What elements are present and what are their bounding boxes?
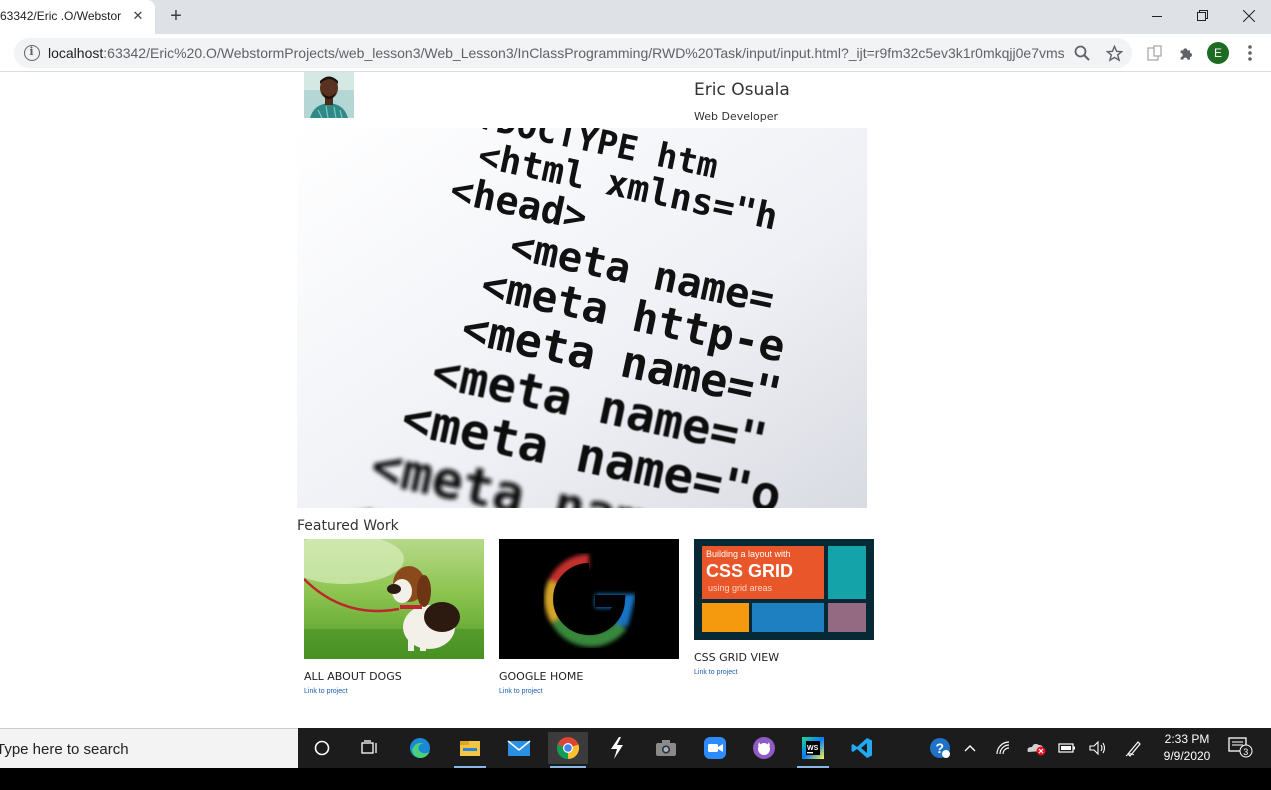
address-bar[interactable]: localhost:63342/Eric%20.O/WebstormProjec… (14, 38, 1132, 68)
minimize-icon (1151, 15, 1162, 17)
taskbar-search-placeholder: Type here to search (0, 741, 129, 758)
svg-text:WS: WS (807, 745, 819, 752)
help-question-icon[interactable]: ? (928, 738, 952, 758)
thumb-line-1: Building a layout with (706, 549, 791, 559)
project-card-google: GOOGLE HOME Link to project (499, 539, 679, 695)
chrome-browser-icon[interactable] (548, 732, 588, 768)
file-explorer-icon[interactable] (450, 732, 490, 768)
url-host: localhost (48, 45, 104, 61)
dog-thumbnail[interactable] (304, 539, 484, 659)
restore-button[interactable] (1180, 0, 1226, 32)
vscode-icon[interactable] (842, 732, 882, 764)
clock-date[interactable]: 9/9/2020 (1160, 749, 1214, 763)
cortana-circle-icon[interactable] (302, 732, 342, 764)
zoom-icon[interactable] (1071, 42, 1093, 64)
project-card-dogs: ALL ABOUT DOGS Link to project (304, 539, 484, 695)
minimize-button[interactable] (1134, 0, 1180, 32)
bottom-black-strip (0, 768, 1271, 790)
network-icon[interactable] (995, 738, 1013, 758)
webstorm-icon[interactable]: WS (793, 732, 833, 768)
thumb-line-2: CSS GRID (706, 561, 794, 581)
app-lightning-icon[interactable] (597, 732, 637, 764)
browser-toolbar: localhost:63342/Eric%20.O/WebstormProjec… (0, 34, 1271, 72)
browser-tab-strip: 63342/Eric .O/Webstorm ✕ + (0, 0, 1271, 34)
zoom-video-icon[interactable] (695, 732, 735, 764)
featured-work-heading: Featured Work (297, 518, 399, 534)
card-title: ALL ABOUT DOGS (304, 670, 402, 683)
site-info-icon[interactable] (24, 45, 40, 61)
project-link[interactable]: Link to project (499, 688, 679, 695)
svg-text:3: 3 (1243, 747, 1248, 757)
windows-taskbar: Type here to search WS ? 2:33 PM 9/9/202… (0, 728, 1271, 768)
notifications-icon[interactable]: 3 (1228, 737, 1254, 758)
url-text[interactable]: localhost:63342/Eric%20.O/WebstormProjec… (48, 45, 1065, 61)
volume-icon[interactable] (1088, 738, 1108, 758)
google-thumbnail[interactable] (499, 539, 679, 659)
profile-photo (304, 72, 354, 118)
thumb-line-3: using grid areas (708, 583, 773, 593)
edge-browser-icon[interactable] (400, 732, 440, 764)
grid-block-blue (752, 603, 824, 632)
grid-side-block (828, 546, 866, 599)
tab-title: 63342/Eric .O/Webstorm (0, 9, 122, 23)
restore-icon (1197, 10, 1208, 21)
mail-icon[interactable] (499, 732, 539, 764)
close-icon (1243, 10, 1255, 22)
github-desktop-icon[interactable] (744, 732, 784, 764)
pen-workspace-icon[interactable] (1124, 738, 1144, 758)
hero-code-image: <!DOCTYPE htm <html xmlns="h <head> <meta n… (297, 128, 867, 508)
project-card-css-grid: Building a layout with CSS GRID using gr… (694, 539, 874, 676)
grid-block-mauve (828, 603, 866, 632)
url-path: :63342/Eric%20.O/WebstormProjects/web_le… (103, 45, 1065, 61)
card-title: CSS GRID VIEW (694, 651, 780, 664)
more-menu-icon[interactable] (1239, 42, 1261, 64)
battery-icon[interactable] (1057, 738, 1077, 758)
tab-close-icon[interactable]: ✕ (129, 7, 147, 25)
profile-name: Eric Osuala (694, 80, 790, 100)
onedrive-error-icon[interactable] (1025, 738, 1047, 758)
close-window-button[interactable] (1226, 0, 1271, 32)
new-tab-button[interactable]: + (165, 5, 187, 27)
browser-tab[interactable]: 63342/Eric .O/Webstorm ✕ (0, 0, 155, 34)
task-view-icon[interactable] (350, 732, 390, 764)
css-grid-thumbnail[interactable]: Building a layout with CSS GRID using gr… (694, 539, 874, 640)
bookmark-star-icon[interactable] (1103, 42, 1125, 64)
taskbar-search-box[interactable]: Type here to search (0, 728, 298, 768)
project-link[interactable]: Link to project (304, 688, 484, 695)
clock-time[interactable]: 2:33 PM (1162, 732, 1212, 746)
card-title: GOOGLE HOME (499, 670, 584, 683)
show-hidden-icons-chevron-icon[interactable] (962, 738, 978, 758)
send-to-device-icon[interactable] (1144, 42, 1166, 64)
extensions-puzzle-icon[interactable] (1175, 42, 1197, 64)
grid-block-orange (702, 603, 749, 632)
camera-icon[interactable] (646, 732, 686, 764)
profile-avatar-button[interactable]: E (1207, 42, 1229, 64)
profile-role: Web Developer (694, 110, 779, 123)
project-link[interactable]: Link to project (694, 669, 874, 676)
page-viewport: Eric Osuala Web Developer <!DOCTYPE htm <… (0, 72, 1271, 728)
